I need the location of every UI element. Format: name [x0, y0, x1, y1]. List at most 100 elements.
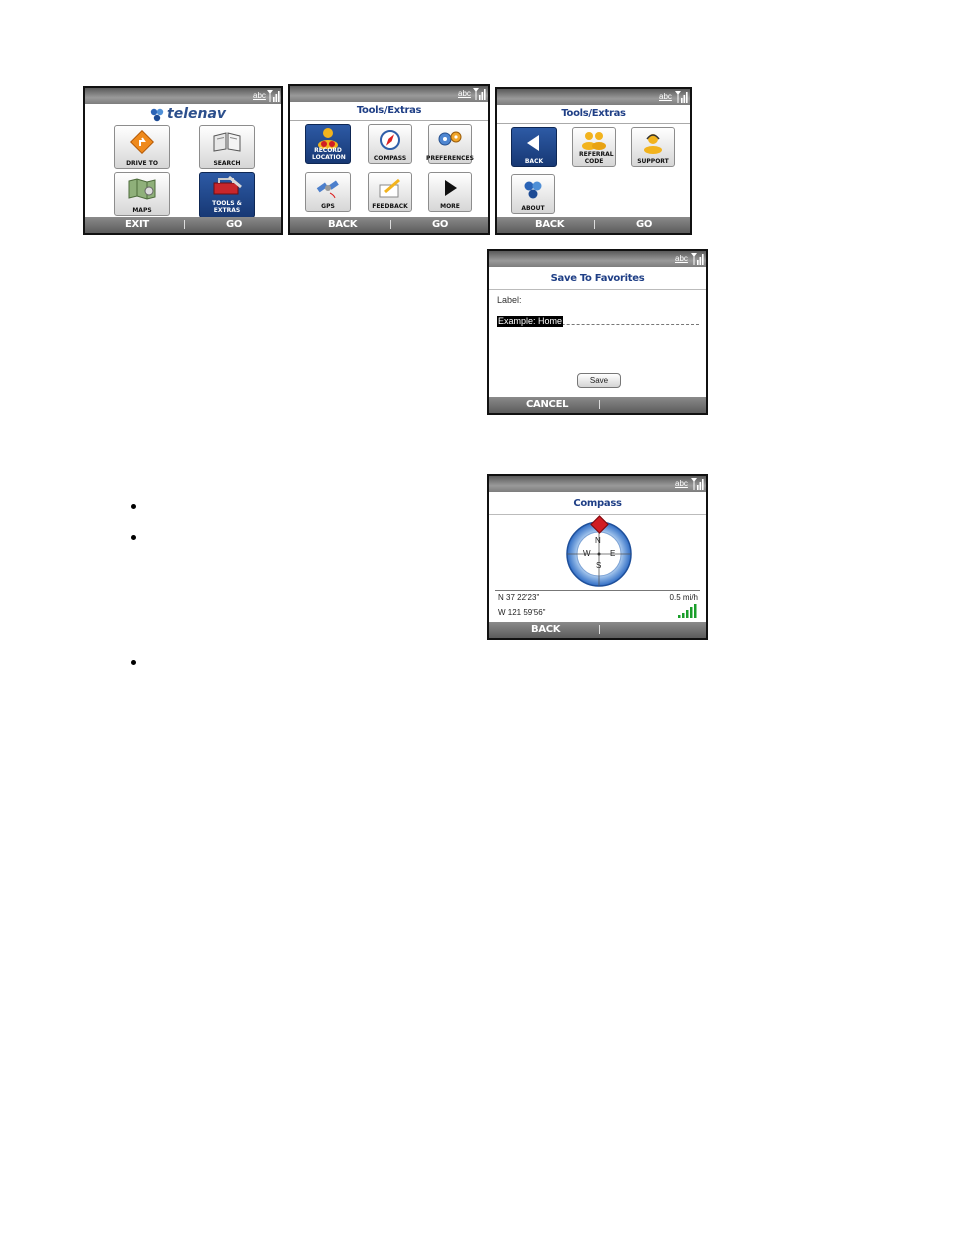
save-button[interactable]: Save [577, 373, 621, 388]
person-pin-icon [318, 128, 338, 149]
satellite-icon [316, 180, 339, 199]
referral-code-button[interactable]: REFERRAL CODE [572, 127, 616, 167]
softkey-divider [599, 400, 600, 409]
status-bar: abc [497, 89, 690, 105]
signal-icon [690, 252, 704, 266]
support-button[interactable]: SUPPORT [631, 127, 675, 167]
status-bar: abc [85, 88, 281, 104]
screen-title: Compass [489, 492, 706, 515]
label-input[interactable]: Example: Home [497, 311, 699, 327]
search-label: SEARCH [213, 160, 241, 167]
signal-icon [674, 90, 688, 104]
back-arrow-icon [527, 135, 539, 151]
toolbox-icon [213, 175, 242, 195]
signal-icon [472, 87, 486, 101]
support-label: SUPPORT [637, 158, 669, 165]
gears-icon [438, 131, 462, 146]
people-icon [582, 132, 606, 150]
latitude-value: N 37 22'23" [498, 593, 540, 602]
book-icon [213, 132, 241, 152]
screen-title: Save To Favorites [489, 267, 706, 290]
tools-extras-screen-2: abc Tools/Extras BACK REFERRAL CODE SUPP… [495, 87, 692, 235]
map-icon [128, 178, 156, 200]
search-button[interactable]: SEARCH [199, 125, 255, 169]
input-mode-indicator: abc [675, 479, 688, 488]
softkey-bar: BACK [489, 622, 706, 638]
maps-button[interactable]: MAPS [114, 172, 170, 216]
back-softkey[interactable]: BACK [328, 219, 358, 230]
input-mode-indicator: abc [659, 92, 672, 101]
cancel-softkey[interactable]: CANCEL [526, 399, 569, 410]
gps-signal-icon [678, 604, 697, 618]
back-label: BACK [524, 158, 544, 165]
preferences-button[interactable]: PREFERENCES [426, 124, 474, 164]
tools-extras-label: TOOLS & EXTRAS [212, 200, 242, 214]
signal-icon [266, 89, 280, 103]
referral-code-label: REFERRAL CODE [579, 151, 614, 165]
softkey-divider [599, 625, 600, 634]
compass-west: W [583, 549, 591, 558]
back-button[interactable]: BACK [511, 127, 557, 167]
exit-softkey[interactable]: EXIT [125, 219, 149, 230]
telenav-logo-text: telenav [167, 106, 227, 122]
input-mode-indicator: abc [675, 254, 688, 263]
compass-south: S [596, 561, 602, 570]
gps-label: GPS [321, 203, 335, 210]
speed-value: 0.5 mi/h [669, 593, 698, 602]
drive-to-icon [130, 130, 154, 154]
compass-north: N [595, 536, 601, 545]
input-mode-indicator: abc [458, 89, 471, 98]
softkey-bar: EXIT GO [85, 217, 281, 233]
headset-person-icon [644, 134, 662, 154]
maps-label: MAPS [132, 207, 152, 214]
more-button[interactable]: MORE [428, 172, 472, 212]
longitude-value: W 121 59'56" [498, 608, 546, 617]
status-bar: abc [489, 476, 706, 492]
about-label: ABOUT [521, 205, 545, 212]
feedback-label: FEEDBACK [372, 203, 408, 210]
record-location-button[interactable]: RECORD LOCATION [305, 124, 351, 164]
main-menu-screen: abc telenav DRIVE TO SEARCH MAPS TOOLS &… [83, 86, 283, 235]
softkey-bar: BACK GO [290, 217, 488, 233]
compass-icon [380, 130, 400, 150]
label-input-value: Example: Home [497, 316, 564, 327]
tools-extras-button[interactable]: TOOLS & EXTRAS [199, 172, 255, 218]
compass-button[interactable]: COMPASS [368, 124, 412, 164]
list-bullet [131, 504, 136, 509]
label-field-caption: Label: [497, 295, 522, 305]
telenav-logo-icon [150, 108, 164, 122]
back-softkey[interactable]: BACK [531, 624, 561, 635]
softkey-bar: CANCEL [489, 397, 706, 413]
record-location-label: RECORD LOCATION [312, 147, 346, 161]
go-softkey[interactable]: GO [226, 219, 242, 230]
gps-button[interactable]: GPS [305, 172, 351, 212]
about-button[interactable]: ABOUT [511, 174, 555, 214]
info-divider [495, 590, 700, 591]
softkey-bar: BACK GO [497, 217, 690, 233]
save-to-favorites-screen: abc Save To Favorites Label: Example: Ho… [487, 249, 708, 415]
screen-title: Tools/Extras [290, 102, 488, 121]
softkey-divider [594, 220, 595, 229]
compass-label: COMPASS [373, 155, 407, 162]
softkey-divider [184, 220, 185, 229]
status-bar: abc [290, 86, 488, 102]
compass-screen: abc Compass N E S W N 37 22'23" 0.5 mi/h… [487, 474, 708, 640]
drive-to-button[interactable]: DRIVE TO [114, 125, 170, 169]
compass-east: E [610, 549, 616, 558]
input-mode-indicator: abc [253, 91, 266, 100]
screen-title: Tools/Extras [497, 105, 690, 124]
play-arrow-icon [445, 180, 457, 196]
feedback-button[interactable]: FEEDBACK [368, 172, 412, 212]
tools-extras-screen-1: abc Tools/Extras RECORD LOCATION COMPASS… [288, 84, 490, 235]
status-bar: abc [489, 251, 706, 267]
telenav-about-icon [524, 181, 542, 199]
signal-icon [690, 477, 704, 491]
drive-to-label: DRIVE TO [126, 160, 158, 167]
go-softkey[interactable]: GO [432, 219, 448, 230]
more-label: MORE [440, 203, 460, 210]
preferences-label: PREFERENCES [426, 155, 474, 162]
list-bullet [131, 535, 136, 540]
softkey-divider [390, 220, 391, 229]
back-softkey[interactable]: BACK [535, 219, 565, 230]
go-softkey[interactable]: GO [636, 219, 652, 230]
